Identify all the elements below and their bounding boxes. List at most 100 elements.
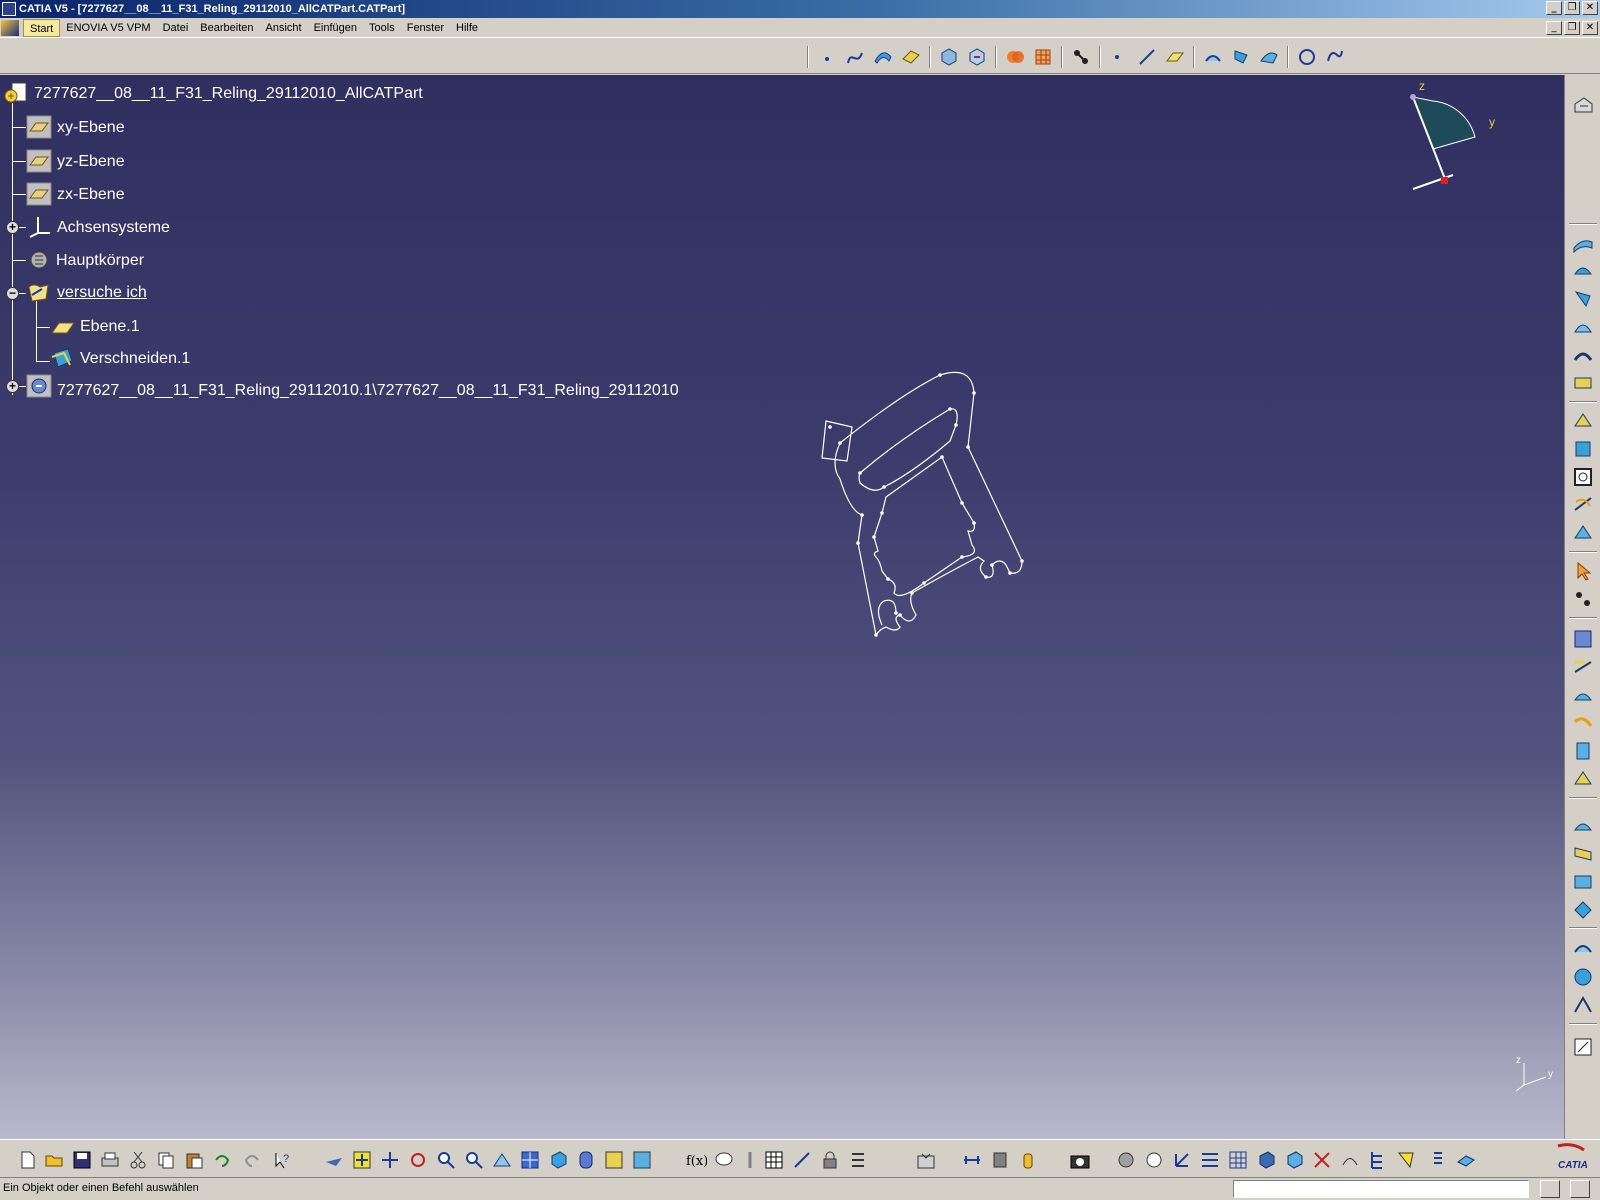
plane-creation-icon[interactable] — [1163, 45, 1187, 69]
knowledge-icon[interactable] — [1571, 937, 1595, 961]
sketch-icon[interactable] — [1571, 1035, 1595, 1059]
fill-icon[interactable] — [899, 45, 923, 69]
cut-icon[interactable] — [126, 1148, 150, 1172]
boolean-icon[interactable] — [1003, 45, 1027, 69]
specification-tree-icon[interactable] — [1366, 1148, 1390, 1172]
menu-hilfe[interactable]: Hilfe — [450, 19, 484, 37]
doc-restore-button[interactable]: ❐ — [1564, 21, 1580, 35]
workbench-icon[interactable] — [1571, 93, 1595, 117]
expand-external-reference-button[interactable]: + — [6, 380, 19, 393]
open-file-icon[interactable] — [42, 1148, 66, 1172]
menu-enovia[interactable]: ENOVIA V5 VPM — [60, 19, 156, 37]
measure-icon[interactable] — [960, 1148, 984, 1172]
paste-icon[interactable] — [182, 1148, 206, 1172]
3d-viewport[interactable]: 7277627__08__11_F31_Reling_29112010_AllC… — [0, 75, 1564, 1139]
extrude-surface-icon[interactable] — [1571, 231, 1595, 255]
tree-root-label[interactable]: 7277627__08__11_F31_Reling_29112010_AllC… — [34, 83, 423, 105]
revolve-icon[interactable] — [1229, 45, 1253, 69]
intersection-icon[interactable] — [50, 347, 76, 371]
extrapolate-icon[interactable] — [1571, 711, 1595, 735]
grid-icon[interactable] — [1031, 45, 1055, 69]
yz-plane-icon[interactable] — [26, 149, 52, 173]
tree-item-yz-ebene[interactable]: yz-Ebene — [57, 151, 125, 173]
measure-between-icon[interactable] — [790, 1148, 814, 1172]
fit-all-in-icon[interactable] — [350, 1148, 374, 1172]
comment-icon[interactable] — [712, 1148, 736, 1172]
normal-view-icon[interactable] — [490, 1148, 514, 1172]
menu-start[interactable]: Start — [23, 18, 61, 37]
translate-icon[interactable] — [1571, 587, 1595, 611]
geometrical-set-icon[interactable] — [26, 281, 52, 305]
symmetry-icon[interactable] — [1571, 627, 1595, 651]
update-icon[interactable] — [914, 1148, 938, 1172]
tree-item-achsensysteme[interactable]: Achsensysteme — [57, 217, 170, 239]
menu-fenster[interactable]: Fenster — [401, 19, 450, 37]
work-on-support-icon[interactable] — [1226, 1148, 1250, 1172]
working-plane-icon[interactable] — [1282, 1148, 1306, 1172]
save-icon[interactable] — [70, 1148, 94, 1172]
3d-view-icon[interactable] — [1454, 1148, 1478, 1172]
shading-icon[interactable] — [574, 1148, 598, 1172]
lock-icon[interactable] — [818, 1148, 842, 1172]
intersection-profile-geometry[interactable] — [800, 365, 1060, 685]
affinity-icon[interactable] — [1571, 683, 1595, 707]
draft-analysis-icon[interactable] — [1571, 993, 1595, 1017]
whats-this-icon[interactable]: ? — [270, 1148, 294, 1172]
multi-view-icon[interactable] — [518, 1148, 542, 1172]
axis-system-toolbar-icon[interactable] — [1170, 1148, 1194, 1172]
power-input-execute-button[interactable] — [1570, 1180, 1590, 1198]
manipulate-icon[interactable] — [1142, 1148, 1166, 1172]
part-document-icon[interactable] — [4, 81, 30, 105]
blend-icon[interactable] — [1571, 437, 1595, 461]
compass[interactable]: z y — [1405, 79, 1495, 199]
maximize-button[interactable]: ❐ — [1564, 1, 1580, 15]
pan-icon[interactable] — [378, 1148, 402, 1172]
scaling-icon[interactable] — [1571, 655, 1595, 679]
point-icon[interactable] — [815, 45, 839, 69]
menu-bearbeiten[interactable]: Bearbeiten — [194, 19, 259, 37]
tree-item-external-reference[interactable]: 7277627__08__11_F31_Reling_29112010.1\72… — [57, 380, 679, 402]
join-icon[interactable] — [937, 45, 961, 69]
connect-curve-icon[interactable] — [1323, 45, 1347, 69]
law-icon[interactable] — [1571, 813, 1595, 837]
develop-icon[interactable] — [1571, 869, 1595, 893]
hide-show-icon[interactable] — [602, 1148, 626, 1172]
parameter-icon[interactable] — [846, 1148, 870, 1172]
close-button[interactable]: ✕ — [1582, 1, 1598, 15]
zoom-out-icon[interactable] — [462, 1148, 486, 1172]
healing-icon[interactable] — [965, 45, 989, 69]
transform-icon[interactable] — [1069, 45, 1093, 69]
collapse-versuche-ich-button[interactable]: − — [6, 287, 19, 300]
rotate-icon[interactable] — [406, 1148, 430, 1172]
fill-surface-icon[interactable] — [1571, 371, 1595, 395]
table-icon[interactable] — [762, 1148, 786, 1172]
near-icon[interactable] — [1571, 767, 1595, 791]
minimize-button[interactable]: _ — [1546, 1, 1562, 15]
tree-item-zx-ebene[interactable]: zx-Ebene — [57, 184, 125, 206]
circle-icon[interactable] — [1295, 45, 1319, 69]
knowledge-advisor-icon[interactable] — [738, 1148, 762, 1172]
split-icon[interactable] — [1571, 493, 1595, 517]
zoom-in-icon[interactable] — [434, 1148, 458, 1172]
revolve-surface-icon[interactable] — [1571, 259, 1595, 283]
xy-plane-icon[interactable] — [26, 115, 52, 139]
analysis-icon[interactable] — [1571, 965, 1595, 989]
spline-icon[interactable] — [843, 45, 867, 69]
parameters-list-icon[interactable] — [1426, 1148, 1450, 1172]
sweep-surface-icon[interactable] — [1571, 343, 1595, 367]
point-creation-icon[interactable] — [1107, 45, 1131, 69]
fly-mode-icon[interactable] — [322, 1148, 346, 1172]
annotation-icon[interactable] — [1394, 1148, 1418, 1172]
iso-view-icon[interactable] — [546, 1148, 570, 1172]
tree-item-ebene-1[interactable]: Ebene.1 — [80, 316, 140, 338]
invert-orientation-icon[interactable] — [1571, 739, 1595, 763]
surface-connect-icon[interactable] — [1571, 841, 1595, 865]
swap-visible-space-icon[interactable] — [630, 1148, 654, 1172]
measure-inertia-icon[interactable] — [1016, 1148, 1040, 1172]
tree-item-verschneiden-1[interactable]: Verschneiden.1 — [80, 348, 190, 370]
catalog-icon[interactable] — [1114, 1148, 1138, 1172]
offset-surface-icon[interactable] — [1571, 315, 1595, 339]
constraint-icon[interactable] — [1310, 1148, 1334, 1172]
print-icon[interactable] — [98, 1148, 122, 1172]
measure-item-icon[interactable] — [988, 1148, 1012, 1172]
